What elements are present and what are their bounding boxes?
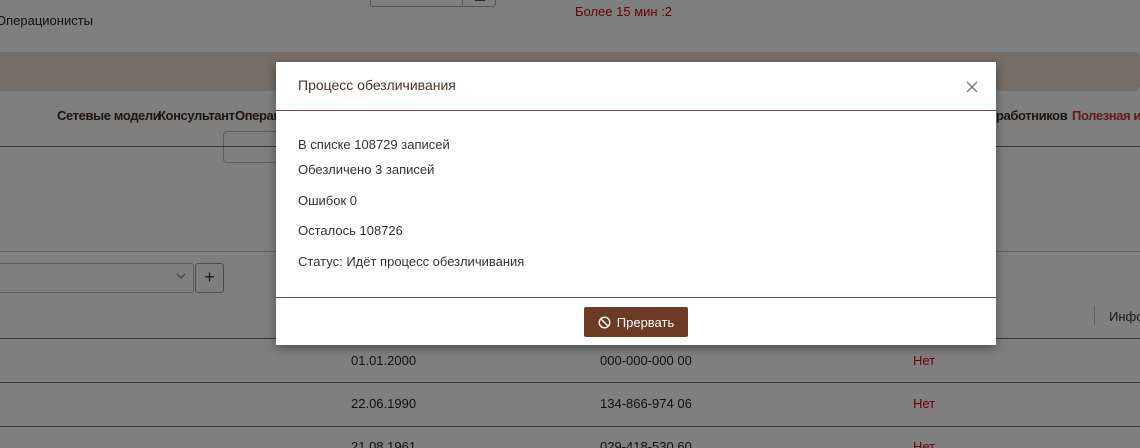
modal-header: Процесс обезличивания xyxy=(276,62,996,111)
abort-button-label: Прервать xyxy=(616,314,675,330)
status-text: Статус: Идёт процесс обезличивания xyxy=(298,254,525,269)
anonymization-dialog: Процесс обезличивания В списке 108729 за… xyxy=(276,62,996,345)
ban-icon xyxy=(598,315,611,329)
total-records-text: В списке 108729 записей xyxy=(298,137,450,152)
errors-text: Ошибок 0 xyxy=(298,193,358,208)
remaining-text: Осталось 108726 xyxy=(298,223,403,238)
abort-button[interactable]: Прервать xyxy=(584,307,688,337)
processed-records-text: Обезличено 3 записей xyxy=(298,162,435,177)
modal-footer: Прервать xyxy=(276,297,996,345)
modal-title: Процесс обезличивания xyxy=(298,77,456,93)
close-icon[interactable] xyxy=(964,78,980,96)
